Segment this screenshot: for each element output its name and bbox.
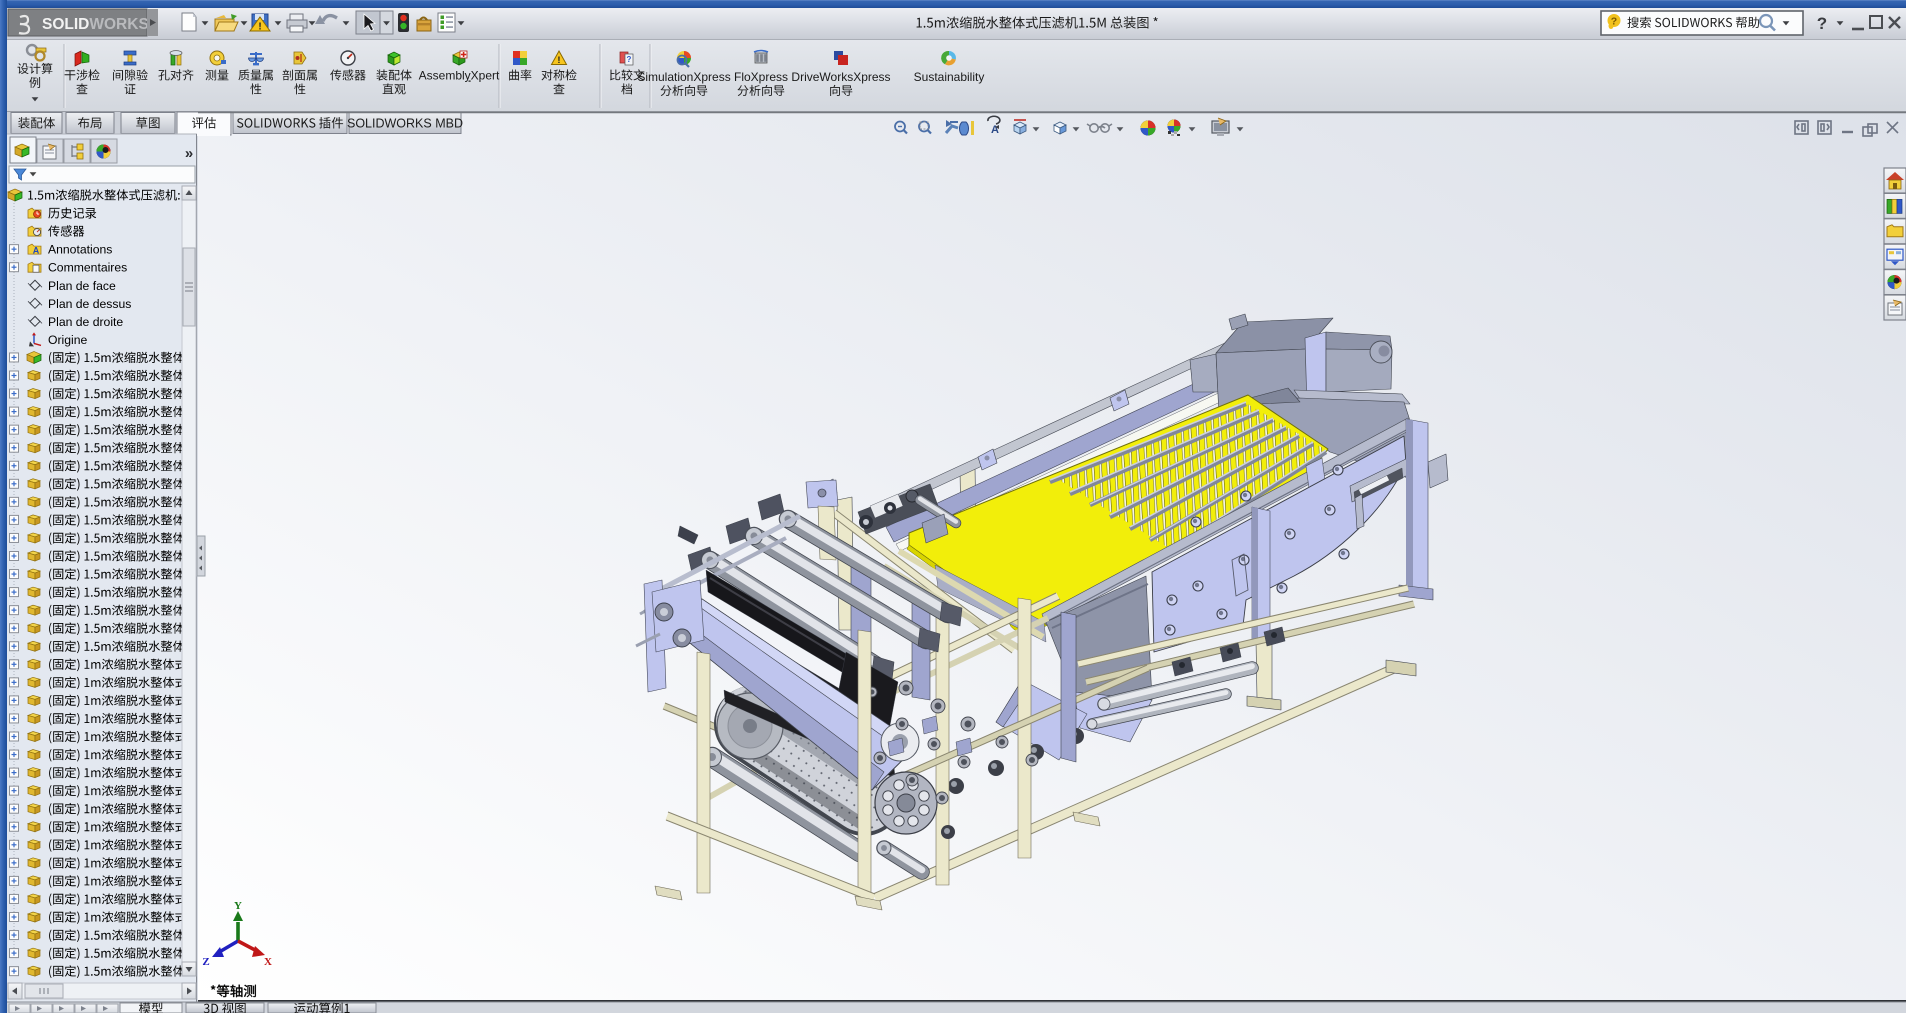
svg-text:Plan de droite: Plan de droite [48, 315, 123, 329]
svg-text:Sustainability: Sustainability [914, 70, 985, 84]
svg-text:Z: Z [202, 956, 209, 968]
svg-text:Origine: Origine [48, 333, 88, 347]
svg-text:»: » [185, 145, 193, 162]
svg-text:?: ? [1611, 16, 1617, 28]
svg-text:FloXpress: FloXpress [734, 70, 788, 84]
svg-text:X: X [264, 956, 272, 968]
svg-text:SOLIDWORKS MBD: SOLIDWORKS MBD [347, 117, 463, 131]
svg-text:Commentaires: Commentaires [48, 261, 127, 275]
svg-text:Plan de face: Plan de face [48, 279, 116, 293]
svg-text:SOLIDWORKS: SOLIDWORKS [42, 16, 149, 33]
svg-text:?: ? [1817, 14, 1827, 33]
svg-text:Plan de dessus: Plan de dessus [48, 297, 131, 311]
svg-text:!: ! [557, 55, 560, 66]
svg-text:AssemblyXpert: AssemblyXpert [419, 69, 500, 83]
svg-text:?: ? [627, 55, 632, 64]
svg-text:DriveWorksXpress: DriveWorksXpress [791, 70, 890, 84]
svg-text:A: A [33, 246, 40, 256]
svg-text:SimulationXpress: SimulationXpress [637, 70, 730, 84]
svg-text:!: ! [258, 22, 261, 33]
svg-text:Y: Y [234, 900, 242, 912]
svg-text:Annotations: Annotations [48, 243, 112, 257]
